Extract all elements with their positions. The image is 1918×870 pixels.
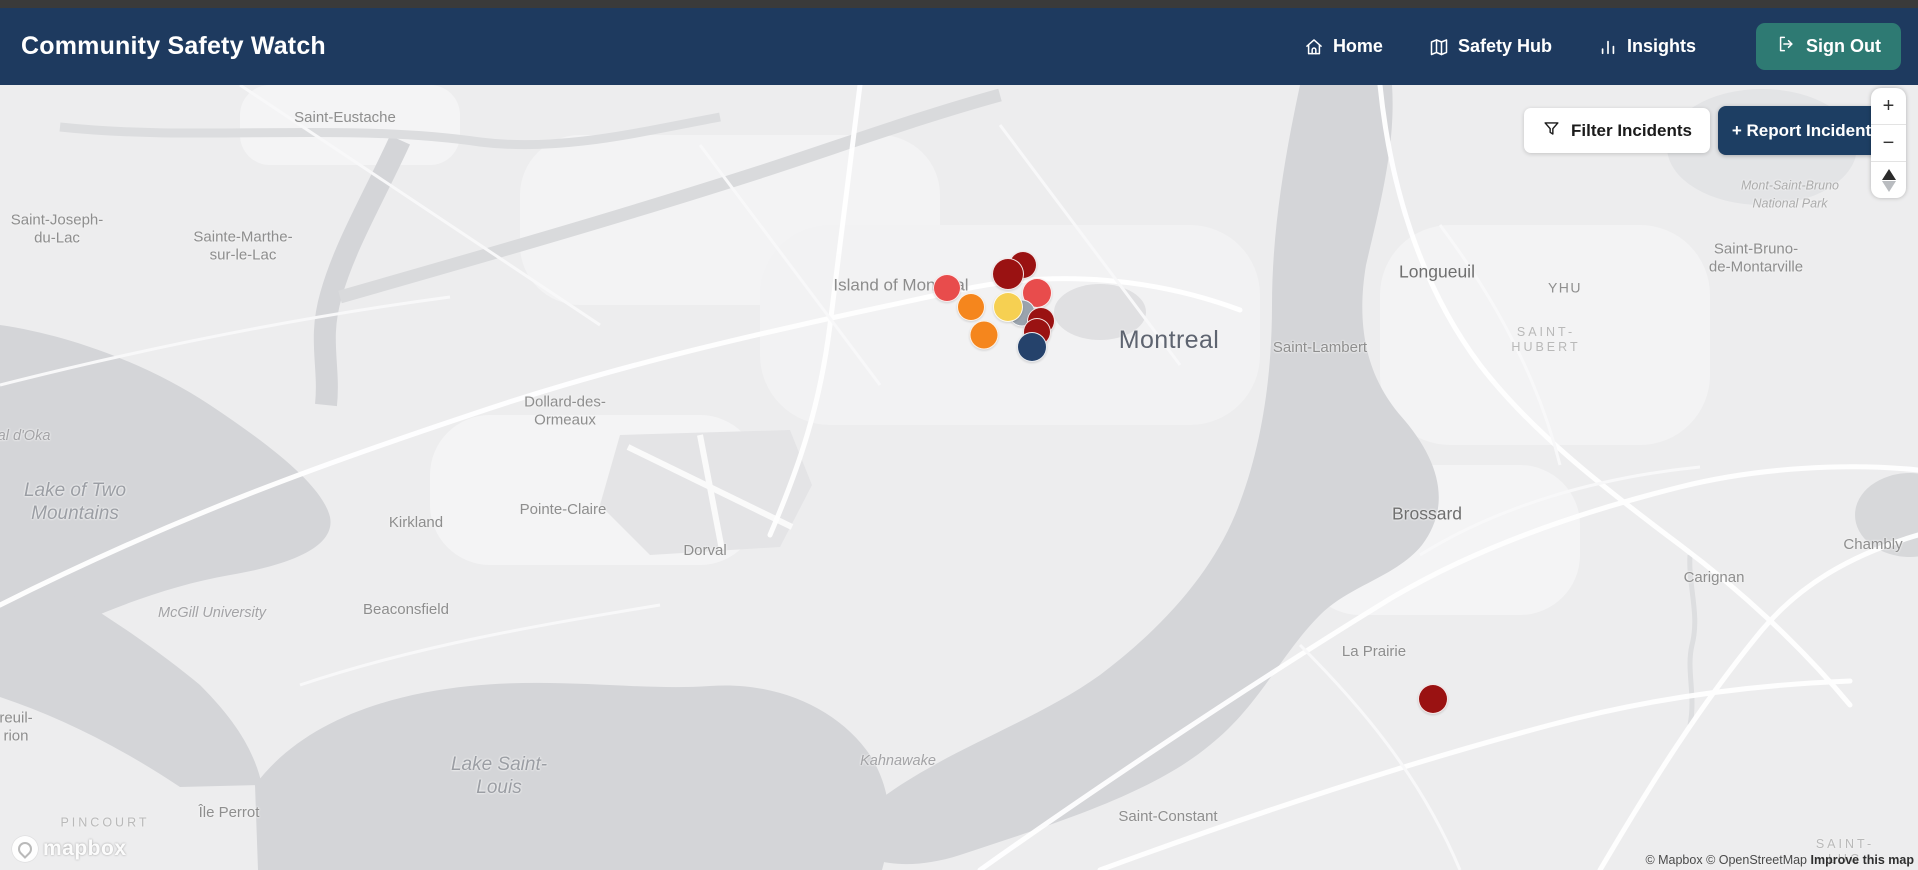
nav-item-home[interactable]: Home	[1304, 36, 1383, 57]
map-canvas[interactable]: Saint-Eustache Saint-Joseph- du-Lac Sainte…	[0, 85, 1918, 870]
incident-marker[interactable]	[957, 293, 985, 321]
report-incident-button[interactable]: + Report Incident	[1718, 106, 1885, 155]
map-attribution: © Mapbox © OpenStreetMap Improve this ma…	[1645, 853, 1914, 867]
nav-label-insights: Insights	[1626, 36, 1696, 56]
incident-marker[interactable]	[1017, 332, 1047, 362]
zoom-out-button[interactable]: −	[1871, 124, 1906, 161]
mapbox-pin-icon	[12, 836, 38, 862]
map-icon	[1429, 37, 1449, 57]
nav-label-safety-hub: Safety Hub	[1457, 36, 1552, 56]
attribution-mapbox-link[interactable]: © Mapbox	[1645, 853, 1702, 867]
bar-chart-icon	[1598, 37, 1618, 57]
map-tiles	[0, 85, 1918, 870]
main-nav: Home Safety Hub Insights Sign Out	[1304, 23, 1901, 70]
attribution-osm-link[interactable]: © OpenStreetMap	[1706, 853, 1807, 867]
home-icon	[1304, 37, 1324, 57]
nav-item-safety-hub[interactable]: Safety Hub	[1429, 36, 1552, 57]
mapbox-logo[interactable]: mapbox	[12, 836, 127, 862]
incident-marker[interactable]	[992, 258, 1024, 290]
incident-marker[interactable]	[969, 320, 999, 350]
mapbox-wordmark: mapbox	[43, 837, 127, 860]
sign-out-label: Sign Out	[1806, 36, 1881, 56]
nav-item-insights[interactable]: Insights	[1598, 36, 1696, 57]
improve-this-map-link[interactable]: Improve this map	[1811, 853, 1915, 867]
logout-icon	[1776, 34, 1796, 59]
nav-label-home: Home	[1332, 36, 1383, 56]
filter-incidents-label: Filter Incidents	[1571, 120, 1692, 140]
funnel-icon	[1542, 119, 1561, 143]
compass-button[interactable]	[1871, 161, 1906, 198]
incident-marker[interactable]	[933, 274, 961, 302]
page-title: Community Safety Watch	[21, 32, 326, 60]
map-navigation-control: + −	[1871, 88, 1906, 198]
compass-needle-icon	[1881, 168, 1896, 192]
app-header: Community Safety Watch Home Safety Hub I…	[0, 8, 1918, 85]
incident-marker[interactable]	[1418, 684, 1448, 714]
window-top-strip	[0, 0, 1918, 8]
filter-incidents-button[interactable]: Filter Incidents	[1524, 108, 1710, 153]
incident-marker[interactable]	[993, 292, 1023, 322]
sign-out-button[interactable]: Sign Out	[1756, 23, 1901, 70]
zoom-in-button[interactable]: +	[1871, 88, 1906, 124]
